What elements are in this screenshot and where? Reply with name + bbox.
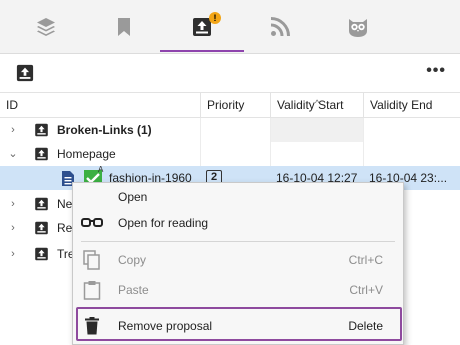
table-row[interactable]: ⌄ Homepage [0, 142, 460, 166]
modified-marker: A [98, 165, 104, 174]
menu-item-open-for-reading[interactable]: Open for reading [73, 210, 403, 236]
menu-item-label: Copy [118, 253, 147, 267]
sort-ascending-icon: ^ [315, 98, 320, 108]
expand-caret-icon[interactable]: › [8, 242, 18, 266]
tab-layers[interactable] [16, 0, 76, 54]
tab-bookmarks[interactable] [94, 0, 154, 54]
tab-rss[interactable] [250, 0, 310, 54]
table-header: ID Priority ^ Validity Start Validity En… [0, 92, 460, 118]
upload-button[interactable] [15, 63, 35, 83]
expand-caret-icon[interactable]: › [8, 216, 18, 240]
page-upload-icon [35, 247, 48, 261]
menu-item-open[interactable]: Open [73, 184, 403, 210]
column-header-id[interactable]: ID [0, 93, 200, 117]
table-row[interactable]: › Broken-Links (1) [0, 118, 460, 142]
collapse-caret-icon[interactable]: ⌄ [8, 142, 18, 166]
column-header-validity-start-label: Validity Start [277, 98, 344, 112]
menu-item-label: Open for reading [118, 216, 209, 230]
row-label: Homepage [57, 147, 116, 161]
row-label: Ne [57, 197, 73, 211]
owl-icon [349, 19, 367, 37]
page-upload-icon [35, 123, 48, 137]
menu-item-copy[interactable]: Copy Ctrl+C [73, 247, 403, 273]
column-header-validity-end[interactable]: Validity End [363, 93, 460, 117]
notification-badge: ! [209, 12, 221, 24]
tab-bar: ! [0, 0, 460, 54]
remove-proposal-highlight [76, 307, 402, 341]
expand-caret-icon[interactable]: › [8, 192, 18, 216]
page-upload-icon [35, 197, 48, 211]
row-label: Broken-Links (1) [57, 123, 152, 137]
tab-owl[interactable] [328, 0, 388, 54]
rss-icon [270, 17, 290, 37]
bookmark-icon [118, 18, 130, 36]
copy-icon [81, 250, 103, 270]
toolbar: ••• [0, 55, 460, 91]
layers-icon [37, 18, 55, 36]
menu-item-shortcut: Ctrl+V [349, 283, 383, 297]
clipboard-icon [81, 280, 103, 300]
tab-inbox[interactable]: ! [160, 0, 244, 54]
empty-cell [271, 118, 363, 142]
page-upload-icon [35, 221, 48, 235]
menu-item-label: Open [118, 190, 148, 204]
menu-item-label: Paste [118, 283, 149, 297]
column-header-validity-start[interactable]: ^ Validity Start [270, 93, 363, 117]
inbox-upload-icon [16, 64, 34, 82]
row-label: Re [57, 221, 73, 235]
glasses-icon [81, 213, 103, 233]
column-header-priority[interactable]: Priority [200, 93, 270, 117]
menu-separator [81, 241, 395, 242]
page-upload-icon [35, 147, 48, 161]
menu-item-paste[interactable]: Paste Ctrl+V [73, 277, 403, 303]
expand-caret-icon[interactable]: › [8, 118, 18, 142]
menu-item-shortcut: Ctrl+C [348, 253, 383, 267]
more-options-button[interactable]: ••• [426, 63, 446, 79]
